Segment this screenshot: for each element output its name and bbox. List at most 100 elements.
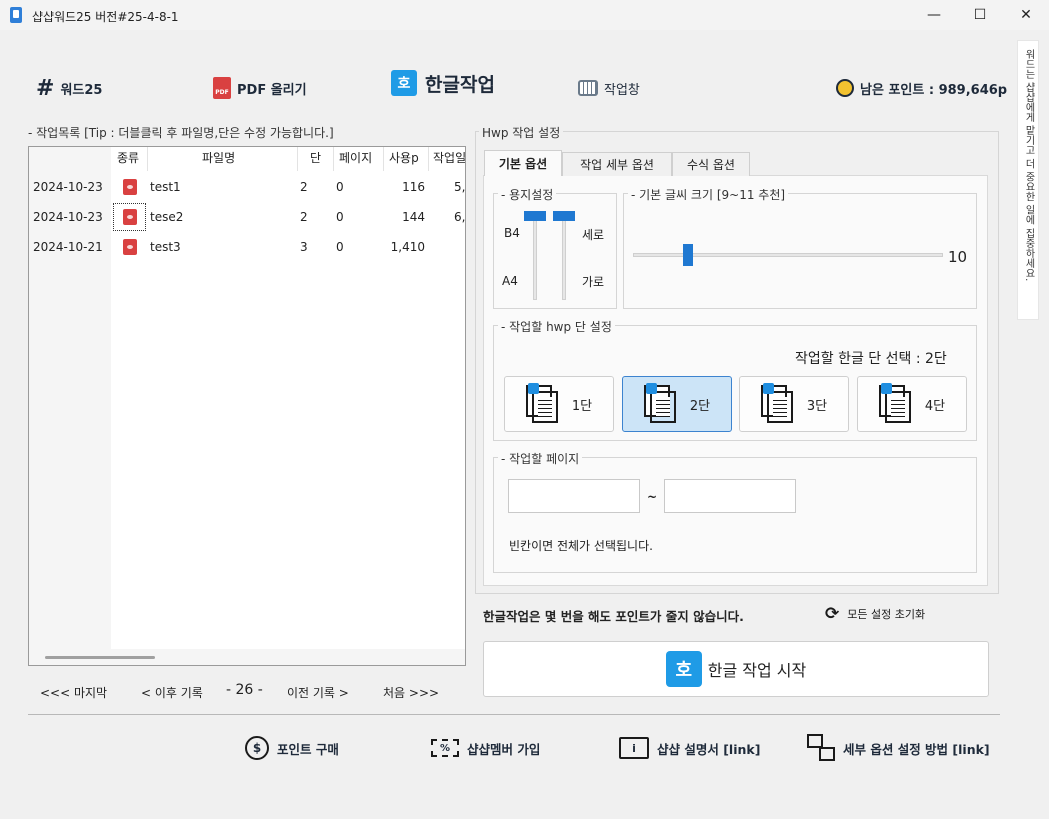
options-help-label: 세부 옵션 설정 방법 [link] <box>843 741 990 757</box>
row-extra: 6, <box>454 210 466 224</box>
side-note: 워드는 샵샵에게 맡기고 더 중요한 일에 집중하세요. <box>1017 40 1039 320</box>
column-header-type[interactable]: 종류 <box>117 149 139 166</box>
buy-points-label: 포인트 구매 <box>277 741 339 757</box>
pager-current: - 26 - <box>226 682 263 698</box>
row-filename[interactable]: tese2 <box>150 210 183 224</box>
points-display: 남은 포인트 : 989,646p <box>836 76 1007 100</box>
hwp-file-icon <box>123 239 137 255</box>
tab-basic-options[interactable]: 기본 옵션 <box>484 150 562 176</box>
open-book-icon: i <box>619 737 649 759</box>
row-filename[interactable]: test1 <box>150 180 181 194</box>
buy-points-link[interactable]: $ 포인트 구매 <box>245 734 339 762</box>
row-dan[interactable]: 2 <box>300 180 308 194</box>
points-label: 남은 포인트 : 989,646p <box>860 82 1008 98</box>
maximize-button[interactable]: ☐ <box>957 0 1003 30</box>
row-pages: 0 <box>336 210 344 224</box>
worklist-legend: - 작업목록 [Tip : 더블클릭 후 파일명,단은 수정 가능합니다.] <box>28 126 334 140</box>
row-extra: 5, <box>454 180 466 194</box>
reset-settings-button[interactable]: ⟳ 모든 설정 초기화 <box>825 604 925 624</box>
paper-size-slider-thumb[interactable] <box>524 211 546 221</box>
paper-size-track[interactable] <box>533 213 537 300</box>
font-size-value: 10 <box>948 248 968 266</box>
columns-legend: - 작업할 hwp 단 설정 <box>498 318 615 335</box>
pager-first[interactable]: 처음 >>> <box>383 684 439 701</box>
row-usedp: 144 <box>402 210 425 224</box>
worklist-table[interactable]: 종류 파일명 단 페이지 사용p 작업일 2024-10-23 test1 2 … <box>28 146 466 666</box>
column-header-dan[interactable]: 단 <box>310 149 321 166</box>
column-header-filename[interactable]: 파일명 <box>202 149 235 166</box>
reset-settings-label: 모든 설정 초기화 <box>847 608 926 621</box>
nav-pdf-upload[interactable]: PDF PDF 올리기 <box>213 76 307 100</box>
scrollbar-thumb[interactable] <box>45 656 155 659</box>
document-columns-icon <box>525 383 560 423</box>
coupon-percent-icon: % <box>431 739 459 757</box>
nav-workspace-label: 작업창 <box>604 82 640 98</box>
column-2-button[interactable]: 2단 <box>622 376 732 432</box>
row-filename[interactable]: test3 <box>150 240 181 254</box>
free-notice: 한글작업은 몇 번을 해도 포인트가 줄지 않습니다. <box>483 609 744 624</box>
column-2-label: 2단 <box>689 398 711 414</box>
nav-word25[interactable]: # 워드25 <box>36 75 102 101</box>
refresh-icon: ⟳ <box>825 604 840 624</box>
options-help-link[interactable]: 세부 옵션 설정 방법 [link] <box>807 734 990 762</box>
orientation-slider-thumb[interactable] <box>553 211 575 221</box>
hwp-file-icon <box>123 209 137 225</box>
manual-link[interactable]: i 샵샵 설명서 [link] <box>619 734 760 762</box>
column-header-pages[interactable]: 페이지 <box>339 149 372 166</box>
orientation-horizontal-label: 가로 <box>582 275 605 289</box>
hangul-app-icon: 호 <box>665 651 702 687</box>
pager-next[interactable]: < 이후 기록 <box>141 684 203 701</box>
column-1-label: 1단 <box>571 398 593 414</box>
start-hangul-label: 한글 작업 시작 <box>707 661 807 680</box>
window-title: 샵샵워드25 버전#25-4-8-1 <box>32 10 179 24</box>
pages-legend: - 작업할 페이지 <box>498 450 583 467</box>
qa-chat-icon <box>807 734 835 762</box>
horizontal-scrollbar[interactable] <box>29 649 465 665</box>
keyboard-hands-icon <box>578 80 598 96</box>
orientation-vertical-label: 세로 <box>582 228 605 242</box>
tab-detail-options[interactable]: 작업 세부 옵션 <box>562 152 672 176</box>
pager-prev[interactable]: 이전 기록 > <box>287 684 349 701</box>
document-columns-icon <box>878 383 913 423</box>
row-pages: 0 <box>336 180 344 194</box>
hash-icon: # <box>36 75 55 101</box>
coin-hand-icon <box>836 79 854 97</box>
column-1-button[interactable]: 1단 <box>504 376 614 432</box>
nav-hangul-label: 한글작업 <box>425 73 495 96</box>
column-header-usedp[interactable]: 사용p <box>389 149 419 166</box>
column-4-button[interactable]: 4단 <box>857 376 967 432</box>
hwp-settings-title: Hwp 작업 설정 <box>479 124 564 141</box>
pages-hint: 빈칸이면 전체가 선택됩니다. <box>509 539 653 553</box>
row-date[interactable]: 2024-10-21 <box>33 240 103 254</box>
close-button[interactable]: ✕ <box>1003 0 1049 30</box>
font-size-group <box>623 193 977 309</box>
row-date[interactable]: 2024-10-23 <box>33 180 103 194</box>
header-divider <box>428 147 429 171</box>
header-divider <box>333 147 334 171</box>
row-dan[interactable]: 2 <box>300 210 308 224</box>
minimize-button[interactable]: — <box>911 0 957 30</box>
page-to-input[interactable] <box>664 479 796 513</box>
row-date[interactable]: 2024-10-23 <box>33 210 103 224</box>
orientation-track[interactable] <box>562 213 566 300</box>
column-3-label: 3단 <box>806 398 828 414</box>
hangul-app-icon: 호 <box>391 70 417 96</box>
nav-workspace[interactable]: 작업창 <box>578 76 640 100</box>
manual-label: 샵샵 설명서 [link] <box>657 741 761 757</box>
membership-label: 샵샵멤버 가입 <box>467 741 541 757</box>
pager-last[interactable]: <<< 마지막 <box>40 684 107 701</box>
font-size-slider-thumb[interactable] <box>683 244 693 266</box>
nav-hangul-work[interactable]: 호 한글작업 <box>391 68 495 98</box>
start-hangul-button[interactable]: 호 한글 작업 시작 <box>483 641 989 697</box>
column-header-workdate[interactable]: 작업일 <box>433 149 465 166</box>
app-logo-icon <box>10 7 22 23</box>
tab-formula-options[interactable]: 수식 옵션 <box>672 152 750 176</box>
membership-link[interactable]: % 샵샵멤버 가입 <box>431 734 540 762</box>
font-size-track[interactable] <box>633 253 943 257</box>
header-divider <box>297 147 298 171</box>
column-4-label: 4단 <box>924 398 946 414</box>
row-dan[interactable]: 3 <box>300 240 308 254</box>
column-3-button[interactable]: 3단 <box>739 376 849 432</box>
hwp-file-icon <box>123 179 137 195</box>
page-from-input[interactable] <box>508 479 640 513</box>
